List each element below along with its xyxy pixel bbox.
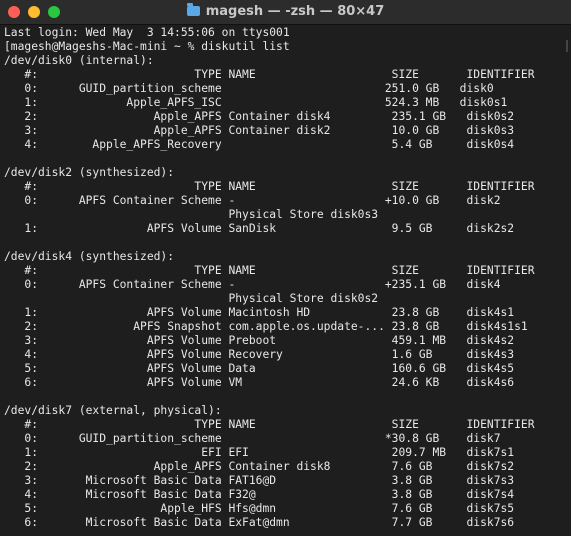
terminal-line: /dev/disk7 (external, physical): xyxy=(4,404,222,417)
terminal-line: /dev/disk0 (internal): xyxy=(4,54,154,67)
terminal-window: magesh — -zsh — 80×47 Last login: Wed Ma… xyxy=(0,0,571,536)
terminal-line: 0: GUID_partition_scheme 251.0 GB disk0 xyxy=(4,82,494,95)
terminal-line: #: TYPE NAME SIZE IDENTIFIER xyxy=(4,180,535,193)
title-bar[interactable]: magesh — -zsh — 80×47 xyxy=(0,0,571,25)
terminal-line: 3: Apple_APFS Container disk2 10.0 GB di… xyxy=(4,124,515,137)
terminal-line: 1: APFS Volume SanDisk 9.5 GB disk2s2 xyxy=(4,222,515,235)
terminal-line: 0: GUID_partition_scheme *30.8 GB disk7 xyxy=(4,432,501,445)
terminal-line: [magesh@Mageshs-Mac-mini ~ % diskutil li… xyxy=(4,40,290,53)
terminal-line: 1: EFI EFI 209.7 MB disk7s1 xyxy=(4,446,515,459)
terminal-line: 0: APFS Container Scheme - +235.1 GB dis… xyxy=(4,278,501,291)
terminal-line: 6: APFS Volume VM 24.6 KB disk4s6 xyxy=(4,376,515,389)
terminal-output[interactable]: Last login: Wed May 3 14:55:06 on ttys00… xyxy=(4,26,567,534)
terminal-line: 4: Apple_APFS_Recovery 5.4 GB disk0s4 xyxy=(4,138,515,151)
window-title-group: magesh — -zsh — 80×47 xyxy=(0,3,571,19)
terminal-line: #: TYPE NAME SIZE IDENTIFIER xyxy=(4,418,535,431)
terminal-line: /dev/disk4 (synthesized): xyxy=(4,250,175,263)
terminal-line: 4: APFS Volume Recovery 1.6 GB disk4s3 xyxy=(4,348,515,361)
terminal-line: Last login: Wed May 3 14:55:06 on ttys00… xyxy=(4,26,290,39)
terminal-line: 4: Microsoft Basic Data F32@ 3.8 GB disk… xyxy=(4,488,515,501)
terminal-line: 3: Microsoft Basic Data FAT16@D 3.8 GB d… xyxy=(4,474,515,487)
terminal-line: 5: Apple_HFS Hfs@dmn 7.6 GB disk7s5 xyxy=(4,502,515,515)
terminal-line: 2: Apple_APFS Container disk8 7.6 GB dis… xyxy=(4,460,515,473)
terminal-line: 3: APFS Volume Preboot 459.1 MB disk4s2 xyxy=(4,334,515,347)
folder-icon xyxy=(186,3,200,16)
terminal-line: /dev/disk2 (synthesized): xyxy=(4,166,175,179)
terminal-line: Physical Store disk0s2 xyxy=(4,292,379,305)
terminal-line: 2: Apple_APFS Container disk4 235.1 GB d… xyxy=(4,110,515,123)
terminal-line: #: TYPE NAME SIZE IDENTIFIER xyxy=(4,264,535,277)
terminal-line: Physical Store disk0s3 xyxy=(4,208,379,221)
terminal-line: 5: APFS Volume Data 160.6 GB disk4s5 xyxy=(4,362,515,375)
terminal-line: 0: APFS Container Scheme - +10.0 GB disk… xyxy=(4,194,501,207)
terminal-line: #: TYPE NAME SIZE IDENTIFIER xyxy=(4,68,535,81)
terminal-line: 2: APFS Snapshot com.apple.os.update-...… xyxy=(4,320,528,333)
window-title: magesh — -zsh — 80×47 xyxy=(205,4,385,19)
scrollbar[interactable] xyxy=(566,40,568,52)
terminal-line: 6: Microsoft Basic Data ExFat@dmn 7.7 GB… xyxy=(4,516,515,529)
terminal-line: 1: Apple_APFS_ISC 524.3 MB disk0s1 xyxy=(4,96,508,109)
terminal-line: 1: APFS Volume Macintosh HD 23.8 GB disk… xyxy=(4,306,515,319)
